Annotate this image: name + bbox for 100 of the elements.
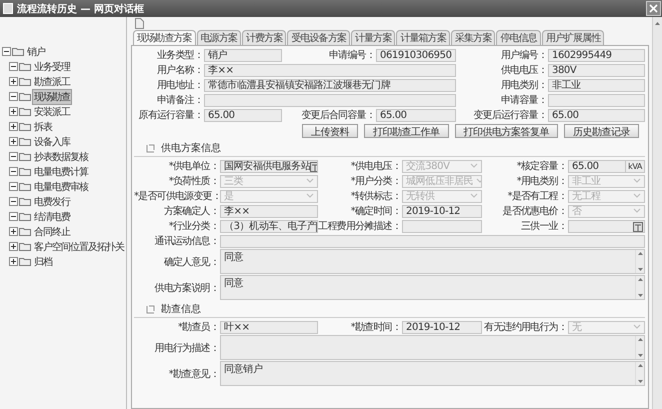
expand-icon[interactable]: [9, 107, 18, 116]
text-field[interactable]: 李××: [220, 204, 318, 218]
folder-icon: [19, 62, 31, 71]
tree-item[interactable]: 抄表数据复核: [32, 148, 90, 164]
close-icon[interactable]: [649, 4, 658, 13]
tree-item[interactable]: 合同终止: [32, 224, 72, 240]
tree-item[interactable]: 勘查派工: [32, 74, 72, 90]
text-field[interactable]: 常德市临澧县安福镇安福路江波堰巷无门牌: [204, 78, 456, 92]
tree-item[interactable]: 安装派工: [32, 104, 72, 120]
field-label: 确定人意见：: [162, 256, 220, 268]
collapse-icon[interactable]: [9, 92, 18, 101]
expand-icon[interactable]: [9, 77, 18, 86]
field-label: *勘查意见：: [168, 368, 220, 380]
tab[interactable]: 受电设备方案: [287, 30, 350, 45]
text-area[interactable]: 同意: [220, 249, 645, 274]
text-area[interactable]: 同意销户: [220, 361, 645, 386]
text-field[interactable]: [220, 234, 645, 248]
collapse-icon[interactable]: [9, 182, 18, 191]
field-label: *供电电压：: [350, 160, 402, 173]
expand-icon[interactable]: [9, 257, 18, 266]
scroll-down-icon[interactable]: [636, 293, 644, 299]
tree-item[interactable]: 销户: [25, 44, 47, 60]
close-button[interactable]: [646, 1, 661, 16]
tab[interactable]: 计量箱方案: [396, 30, 450, 45]
action-button[interactable]: 打印供电方案答复单: [454, 124, 558, 138]
tree-item[interactable]: 现场勘查: [32, 88, 72, 104]
scroll-down-icon[interactable]: [636, 379, 644, 385]
folder-icon: [19, 182, 31, 191]
field-label: *用电类别：: [516, 174, 568, 188]
tree-item[interactable]: 电费发行: [32, 194, 72, 210]
text-field[interactable]: 65.00: [548, 108, 645, 122]
scroll-down-icon[interactable]: [636, 267, 644, 273]
tab[interactable]: 电源方案: [196, 30, 242, 45]
scroll-up-icon[interactable]: [636, 336, 644, 342]
tab[interactable]: 计费方案: [242, 30, 286, 45]
folder-icon: [12, 47, 24, 56]
field-label: 有无违约用电行为：: [483, 320, 568, 334]
text-field[interactable]: 2019-10-12: [402, 320, 482, 334]
collapse-icon[interactable]: [9, 197, 18, 206]
tree-item[interactable]: 业务受理: [32, 58, 72, 74]
tree-item[interactable]: 电量电费审核: [32, 178, 90, 194]
tab[interactable]: 现场勘查方案: [133, 30, 196, 45]
picker-field[interactable]: [568, 220, 645, 232]
field-label: *负荷性质：: [168, 174, 220, 188]
text-field[interactable]: 非工业: [548, 78, 645, 92]
text-area[interactable]: 同意: [220, 275, 645, 300]
picker-field[interactable]: 国网安福供电服务站: [220, 160, 318, 172]
action-button[interactable]: 上传资料: [302, 124, 358, 138]
section-icon: [146, 144, 155, 152]
tree-item[interactable]: 设备入库: [32, 134, 72, 150]
tab[interactable]: 用户扩展属性: [542, 30, 604, 45]
tree-item[interactable]: 结清电费: [32, 208, 72, 224]
expand-icon[interactable]: [9, 137, 18, 146]
tree-item[interactable]: 归档: [32, 254, 54, 270]
picker-icon[interactable]: [633, 220, 643, 232]
scroll-up-icon[interactable]: [636, 362, 644, 368]
tree-item[interactable]: 电量电费计算: [32, 164, 90, 180]
text-field[interactable]: 1602995449: [548, 48, 645, 62]
field-label: 用户名称：: [156, 64, 204, 77]
field-label: *勘查员：: [176, 320, 220, 334]
picker-icon[interactable]: [310, 160, 317, 172]
scroll-up-icon[interactable]: [636, 276, 644, 282]
text-field[interactable]: [204, 94, 456, 106]
section-title: 供电方案信息: [161, 142, 221, 155]
expand-icon[interactable]: [9, 242, 18, 251]
field-label: 用电行为描述：: [154, 342, 220, 354]
text-field[interactable]: [402, 220, 482, 232]
scroll-up-icon[interactable]: [636, 250, 644, 256]
field-label: *行业分类：: [168, 220, 220, 233]
text-field[interactable]: 叶××: [220, 320, 318, 334]
tab[interactable]: 停电信息: [496, 30, 541, 45]
collapse-icon[interactable]: [9, 212, 18, 221]
scroll-down-icon[interactable]: [636, 353, 644, 359]
field-label: 通讯运动信息：: [154, 234, 220, 248]
collapse-icon[interactable]: [9, 167, 18, 176]
scroll-up-icon[interactable]: [654, 20, 661, 26]
text-field[interactable]: 061910306950: [376, 48, 456, 62]
action-button[interactable]: 打印勘查工作单: [364, 124, 448, 138]
document-icon[interactable]: [135, 18, 144, 29]
tab[interactable]: 计量方案: [351, 30, 396, 45]
expand-icon[interactable]: [9, 122, 18, 131]
text-field[interactable]: 65.00: [204, 108, 282, 122]
text-field[interactable]: 2019-10-12: [402, 204, 482, 218]
tree-item[interactable]: 客户空间位置及拓扑关: [32, 238, 126, 254]
text-field[interactable]: [548, 94, 645, 106]
collapse-icon[interactable]: [9, 152, 18, 161]
text-field[interactable]: 李××: [204, 64, 456, 76]
text-field[interactable]: 380V: [548, 64, 645, 76]
text-field[interactable]: 销户: [204, 48, 282, 62]
collapse-icon[interactable]: [2, 47, 11, 56]
tab[interactable]: 采集方案: [450, 30, 496, 45]
text-field[interactable]: 65.00: [376, 108, 456, 122]
tree-item[interactable]: 拆表: [32, 118, 54, 134]
expand-icon[interactable]: [9, 227, 18, 236]
folder-icon: [19, 92, 31, 101]
scrollbar[interactable]: [652, 17, 662, 409]
capacity-field[interactable]: 65.00 kVA: [568, 160, 645, 172]
collapse-icon[interactable]: [9, 62, 18, 71]
section-icon: [146, 304, 155, 314]
action-button[interactable]: 历史勘查记录: [564, 124, 639, 138]
